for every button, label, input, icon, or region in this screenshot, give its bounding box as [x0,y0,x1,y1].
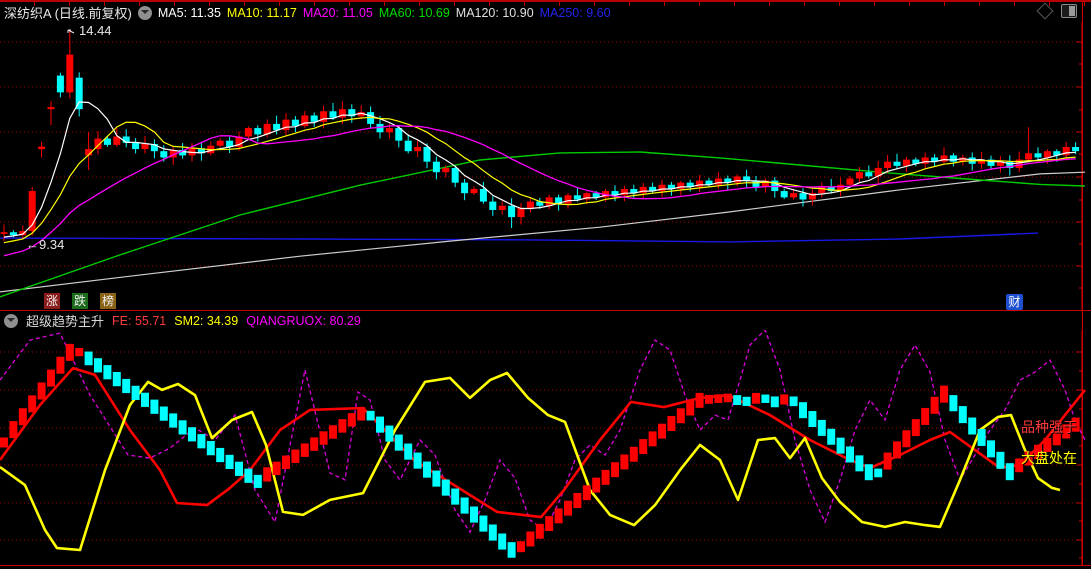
ma5-legend: MA5: 11.35 [157,5,221,20]
bang-button[interactable]: 榜 [100,293,116,309]
indicator-side-text-1: 品种强于 [1021,419,1077,435]
split-panel-icon[interactable] [1061,4,1077,18]
ma250-legend: MA250: 9.60 [539,5,611,20]
ma120-legend: MA120: 10.90 [455,5,534,20]
chart-app: 深纺织A (日线.前复权) MA5: 11.35 MA10: 11.17 MA2… [0,0,1091,569]
ma60-legend: MA60: 10.69 [378,5,450,20]
indicator-name: 超级趋势主升 [26,314,105,329]
sm2-value: SM2: 34.39 [174,313,239,328]
ma10-legend: MA10: 11.17 [226,5,297,20]
indicator-side-text-2: 大盘处在 [1021,450,1077,466]
zhang-button[interactable]: 涨 [44,293,60,309]
quick-buttons: 涨 跌 榜 [44,293,116,309]
indicator-collapse-chevron-icon[interactable] [4,313,18,328]
low-price-annotation: ←9.34 [26,237,65,252]
qiangruox-value: QIANGRUOX: 80.29 [246,313,361,328]
cai-finance-button[interactable]: 财 [1006,294,1023,310]
symbol-title: 深纺织A (日线.前复权) [4,6,132,21]
indicator-chart[interactable] [0,330,1091,566]
ma20-legend: MA20: 11.05 [302,5,373,20]
header-right-icons [1036,2,1077,20]
fe-value: FE: 55.71 [112,313,167,328]
main-candlestick-chart[interactable] [0,22,1091,310]
high-price-annotation: 14.44 [79,23,112,38]
collapse-chevron-icon[interactable] [137,5,152,20]
chart-header: 深纺织A (日线.前复权) MA5: 11.35 MA10: 11.17 MA2… [0,3,1082,22]
indicator-header: 超级趋势主升 FE: 55.71 SM2: 34.39 QIANGRUOX: 8… [0,312,1082,329]
diamond-icon[interactable] [1036,2,1054,20]
bottom-border [0,565,1091,566]
panel-separator [0,310,1091,311]
die-button[interactable]: 跌 [72,293,88,309]
